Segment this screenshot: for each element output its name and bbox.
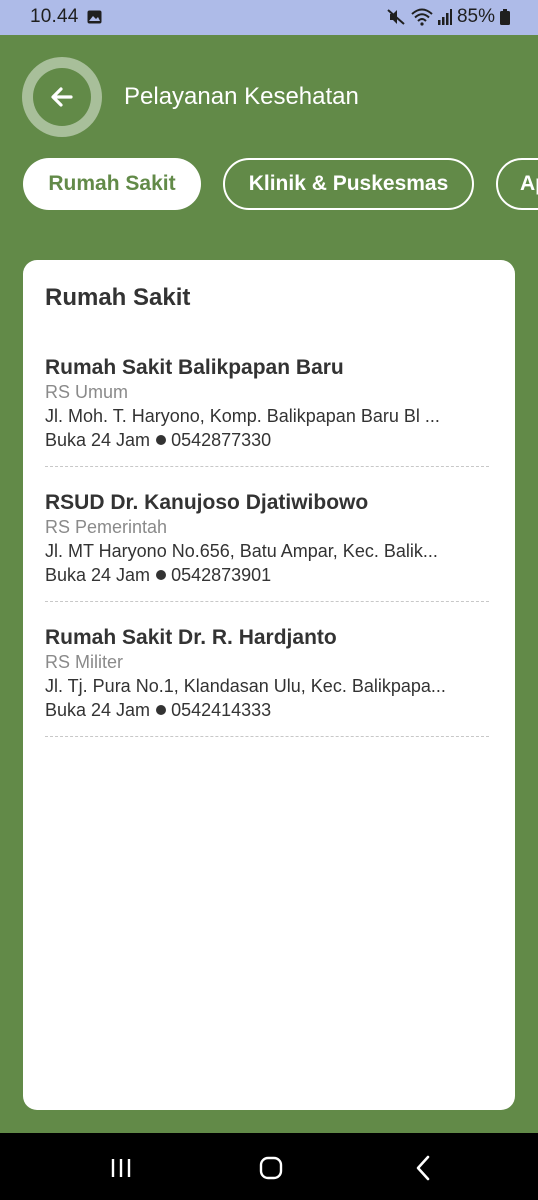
hospital-card: Rumah Sakit Rumah Sakit Balikpapan Baru … (23, 260, 515, 1110)
hospital-contact: Buka 24 Jam 0542414333 (45, 698, 489, 722)
battery-percent: 85% (456, 6, 495, 27)
back-button[interactable] (33, 68, 91, 126)
hospital-address: Jl. MT Haryono No.656, Batu Ampar, Kec. … (45, 541, 438, 561)
hospital-hours: Buka 24 Jam (45, 700, 151, 720)
nav-back-button[interactable] (408, 1153, 438, 1183)
hospital-phone[interactable]: 0542414333 (171, 698, 271, 722)
hospital-contact: Buka 24 Jam 0542877330 (45, 428, 489, 452)
recents-icon (111, 1159, 131, 1177)
mute-icon (387, 9, 405, 25)
tab-klinik-puskesmas[interactable]: Klinik & Puskesmas (223, 158, 474, 210)
hospital-name: Rumah Sakit Dr. R. Hardjanto (45, 626, 337, 649)
hospital-type: RS Pemerintah (45, 517, 168, 537)
list-item[interactable]: RSUD Dr. Kanujoso Djatiwibowo RS Pemerin… (45, 491, 489, 626)
bullet-dot-icon (156, 435, 167, 445)
hospital-type: RS Militer (45, 652, 124, 672)
bullet-dot-icon (156, 570, 167, 580)
tab-apotek[interactable]: Ap (496, 158, 538, 210)
arrow-left-icon (51, 87, 73, 107)
list-item[interactable]: Rumah Sakit Balikpapan Baru RS Umum Jl. … (45, 356, 489, 491)
tab-rumah-sakit[interactable]: Rumah Sakit (23, 158, 201, 210)
recents-button[interactable] (106, 1153, 136, 1183)
hospital-hours: Buka 24 Jam (45, 430, 151, 450)
system-nav-bar (0, 1133, 538, 1200)
hospital-hours: Buka 24 Jam (45, 565, 151, 585)
battery-icon (500, 9, 510, 25)
section-title: Rumah Sakit (45, 284, 191, 311)
image-icon (87, 10, 102, 24)
hospital-name: Rumah Sakit Balikpapan Baru (45, 356, 344, 379)
app-header: Pelayanan Kesehatan (0, 35, 538, 155)
divider (45, 466, 489, 467)
page-title: Pelayanan Kesehatan (124, 83, 359, 110)
hospital-contact: Buka 24 Jam 0542873901 (45, 563, 489, 587)
category-tabs: Rumah Sakit Klinik & Puskesmas Ap (0, 158, 538, 216)
signal-icon (437, 9, 452, 25)
status-time: 10.44 (30, 6, 79, 27)
hospital-type: RS Umum (45, 382, 129, 402)
home-button[interactable] (256, 1153, 286, 1183)
bullet-dot-icon (156, 705, 167, 715)
divider (45, 736, 489, 737)
nav-back-icon (416, 1155, 430, 1181)
status-icons: 85% (386, 6, 510, 28)
hospital-name: RSUD Dr. Kanujoso Djatiwibowo (45, 491, 369, 514)
status-bar: 10.44 85% (0, 0, 538, 35)
home-icon (259, 1156, 283, 1180)
hospital-phone[interactable]: 0542877330 (171, 428, 271, 452)
hospital-address: Jl. Tj. Pura No.1, Klandasan Ulu, Kec. B… (45, 676, 446, 696)
wifi-icon (411, 8, 433, 26)
hospital-phone[interactable]: 0542873901 (171, 563, 271, 587)
hospital-list: Rumah Sakit Balikpapan Baru RS Umum Jl. … (45, 356, 489, 761)
list-item[interactable]: Rumah Sakit Dr. R. Hardjanto RS Militer … (45, 626, 489, 761)
hospital-address: Jl. Moh. T. Haryono, Komp. Balikpapan Ba… (45, 406, 440, 426)
divider (45, 601, 489, 602)
